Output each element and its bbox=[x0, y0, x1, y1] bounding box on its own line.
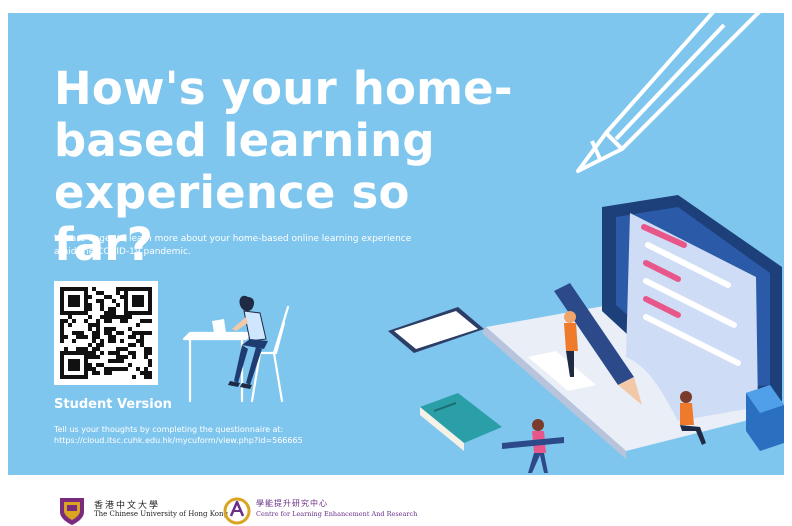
cuhk-english-name: The Chinese University of Hong Kong bbox=[94, 510, 228, 518]
qr-code[interactable] bbox=[54, 281, 158, 385]
questionnaire-cta: Tell us your thoughts by completing the … bbox=[54, 425, 284, 434]
clear-chinese-name: 學能提升研究中心 bbox=[256, 499, 328, 508]
poster: How's your home-based learning experienc… bbox=[8, 13, 784, 475]
footer: 香港中文大學 The Chinese University of Hong Ko… bbox=[0, 478, 792, 525]
laptop-scene-illustration bbox=[388, 195, 784, 473]
qr-code-icon bbox=[60, 287, 152, 379]
student-version-label: Student Version bbox=[54, 397, 172, 412]
intro-text: We are eager to learn more about your ho… bbox=[54, 234, 412, 257]
clear-english-name: Centre for Learning Enhancement And Rese… bbox=[256, 510, 418, 518]
student-at-desk-illustration bbox=[182, 295, 290, 403]
pencil-outline-icon bbox=[576, 13, 761, 173]
